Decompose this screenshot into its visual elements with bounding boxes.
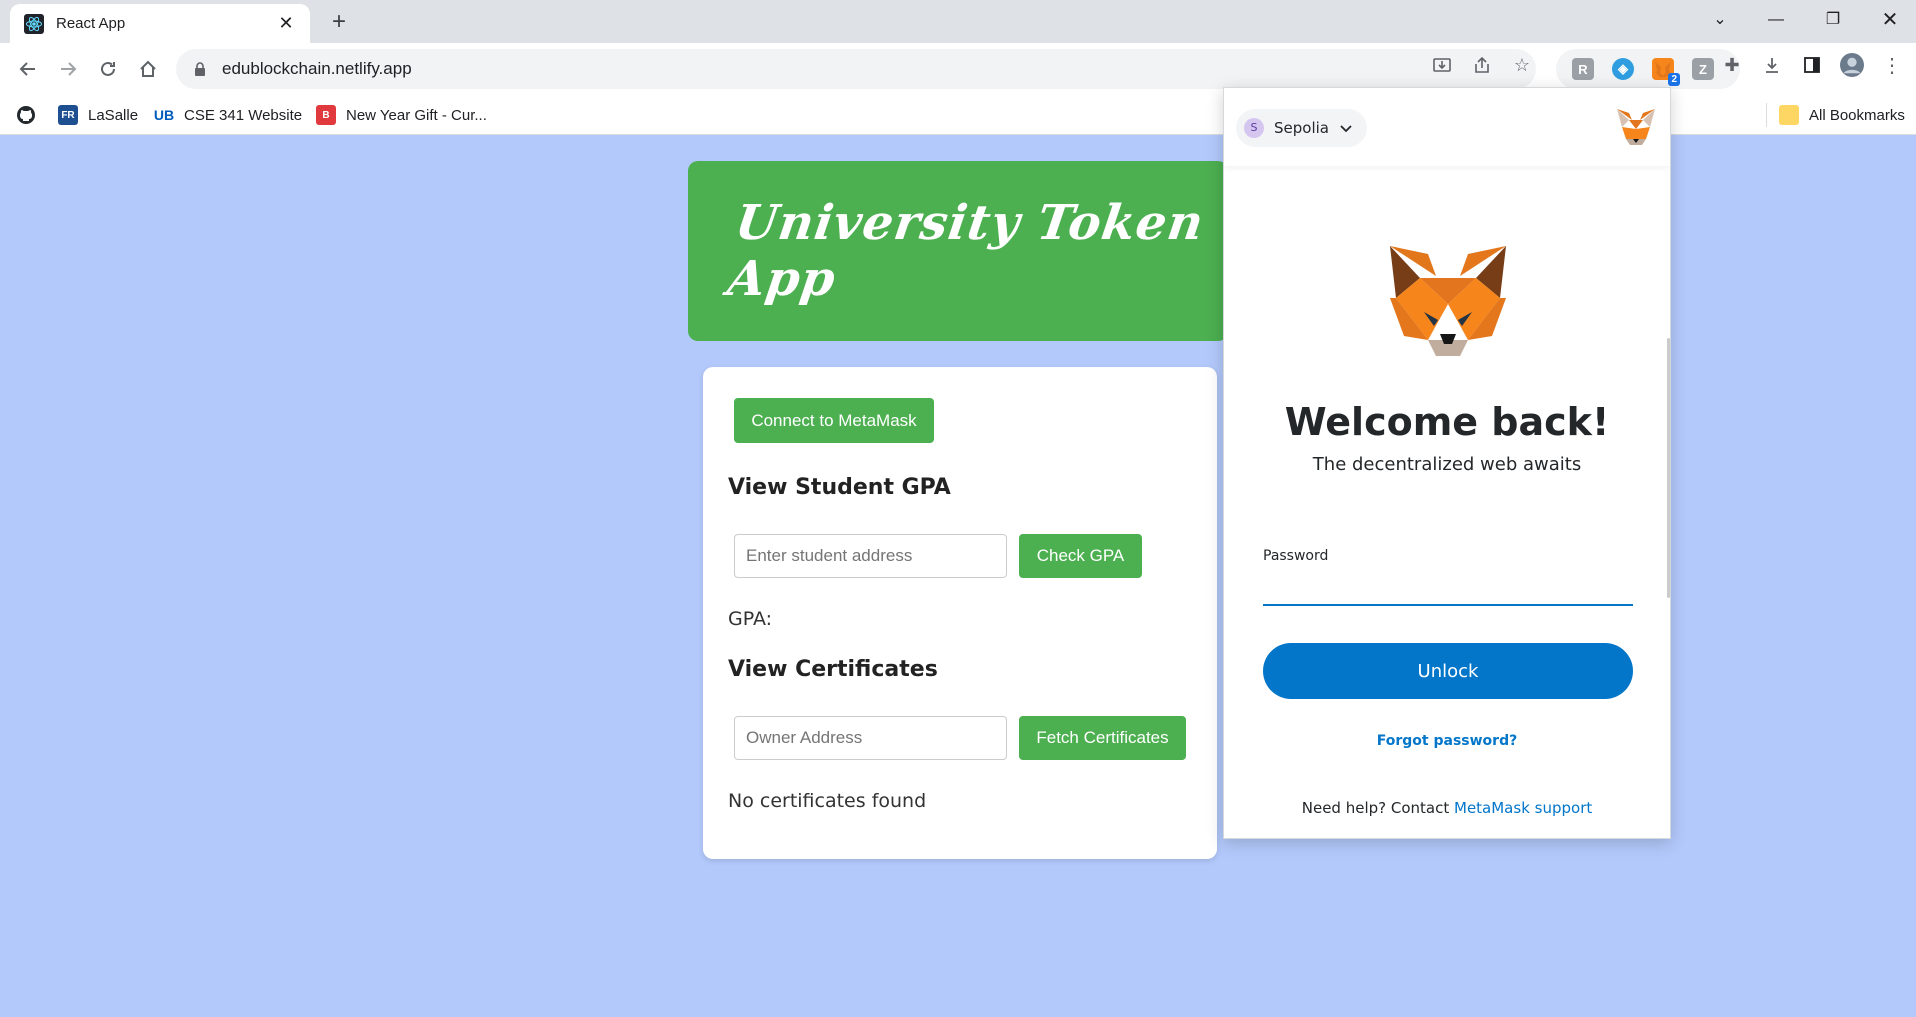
gpa-label: GPA: [728,608,773,630]
bookmark-label: LaSalle [88,106,139,124]
close-window-button[interactable]: ✕ [1870,6,1910,34]
install-app-icon[interactable] [1430,53,1454,77]
extension-z-icon[interactable]: Z [1692,58,1714,80]
ub-icon: UB [153,107,175,123]
student-address-input[interactable] [734,534,1007,578]
metamask-badge: 2 [1668,73,1680,86]
extension-r-icon[interactable]: R [1572,58,1594,80]
lock-icon [192,61,208,77]
home-icon [140,60,156,77]
certificates-section-title: View Certificates [728,657,938,682]
address-bar[interactable]: edublockchain.netlify.app [176,49,1536,89]
url-text: edublockchain.netlify.app [222,59,412,78]
reload-icon [101,61,115,76]
app-header: University Token App [688,161,1228,341]
profile-avatar[interactable] [1840,53,1864,77]
unlock-button[interactable]: Unlock [1263,643,1633,699]
puzzle-extensions-icon[interactable]: ✚ [1720,53,1744,77]
bookmark-cse341[interactable]: UB CSE 341 Website [154,103,302,127]
metamask-support-link[interactable]: MetaMask support [1454,799,1592,817]
certificates-status: No certificates found [728,790,927,812]
home-button[interactable] [134,55,162,83]
check-gpa-button[interactable]: Check GPA [1019,534,1142,578]
new-tab-button[interactable]: + [325,8,353,36]
close-tab-icon[interactable]: ✕ [276,13,296,34]
gpa-section-title: View Student GPA [728,475,951,500]
minimize-button[interactable]: — [1756,6,1796,34]
back-button[interactable] [14,55,42,83]
side-panel-icon[interactable] [1800,53,1824,77]
bookmark-label: New Year Gift - Cur... [346,106,487,124]
reload-button[interactable] [94,55,122,83]
red-logo-icon: B [316,105,336,125]
forgot-password-link[interactable]: Forgot password? [1224,733,1670,749]
connect-metamask-button[interactable]: Connect to MetaMask [734,398,934,443]
extension-blue-icon[interactable]: ◈ [1612,58,1634,80]
password-input[interactable] [1263,568,1633,606]
all-bookmarks-label: All Bookmarks [1809,106,1905,124]
all-bookmarks[interactable]: All Bookmarks [1766,103,1905,127]
tab-search-icon[interactable]: ⌄ [1700,6,1740,34]
menu-kebab-icon[interactable]: ⋮ [1880,53,1904,77]
bookmark-star-icon[interactable]: ☆ [1510,53,1534,77]
github-icon [16,105,36,125]
welcome-subtitle: The decentralized web awaits [1312,454,1582,475]
chevron-down-icon [1340,125,1352,133]
restore-button[interactable]: ❐ [1813,6,1853,34]
tab-strip: React App ✕ + ⌄ — ❐ ✕ [0,0,1916,43]
network-name: Sepolia [1274,119,1329,137]
metamask-header: S Sepolia [1224,88,1670,166]
metamask-extension-icon[interactable]: 2 [1652,58,1680,86]
bookmark-label: CSE 341 Website [184,106,303,124]
browser-tab[interactable]: React App ✕ [10,4,310,43]
metamask-popup: S Sepolia Welcome back! The decentralize… [1223,87,1671,839]
folder-icon [1779,105,1799,125]
help-prefix: Need help? Contact [1301,799,1454,817]
network-selector[interactable]: S Sepolia [1236,109,1367,147]
forward-arrow-icon [61,62,77,76]
password-label: Password [1263,548,1329,564]
forward-button[interactable] [54,55,82,83]
extensions-area: R ◈ 2 Z [1556,49,1740,89]
react-favicon-icon [24,13,44,34]
main-card: Connect to MetaMask View Student GPA Che… [703,367,1217,859]
github-bookmark[interactable] [16,103,46,127]
bookmark-new-year-gift[interactable]: B New Year Gift - Cur... [316,103,487,127]
welcome-heading: Welcome back! [1284,400,1610,444]
lasalle-icon: FR [58,105,78,125]
metamask-logo-icon [1617,109,1655,145]
back-arrow-icon [19,62,35,76]
help-text: Need help? Contact MetaMask support [1224,799,1670,817]
tab-title: React App [56,15,126,32]
owner-address-input[interactable] [734,716,1007,760]
network-avatar: S [1244,118,1264,138]
download-icon[interactable] [1760,53,1784,77]
app-title: University Token App [724,195,1208,307]
popup-scrollbar[interactable] [1667,338,1670,598]
share-icon[interactable] [1470,53,1494,77]
bookmark-lasalle[interactable]: FR LaSalle [58,103,138,127]
fetch-certificates-button[interactable]: Fetch Certificates [1019,716,1186,760]
metamask-fox-icon [1390,246,1506,356]
